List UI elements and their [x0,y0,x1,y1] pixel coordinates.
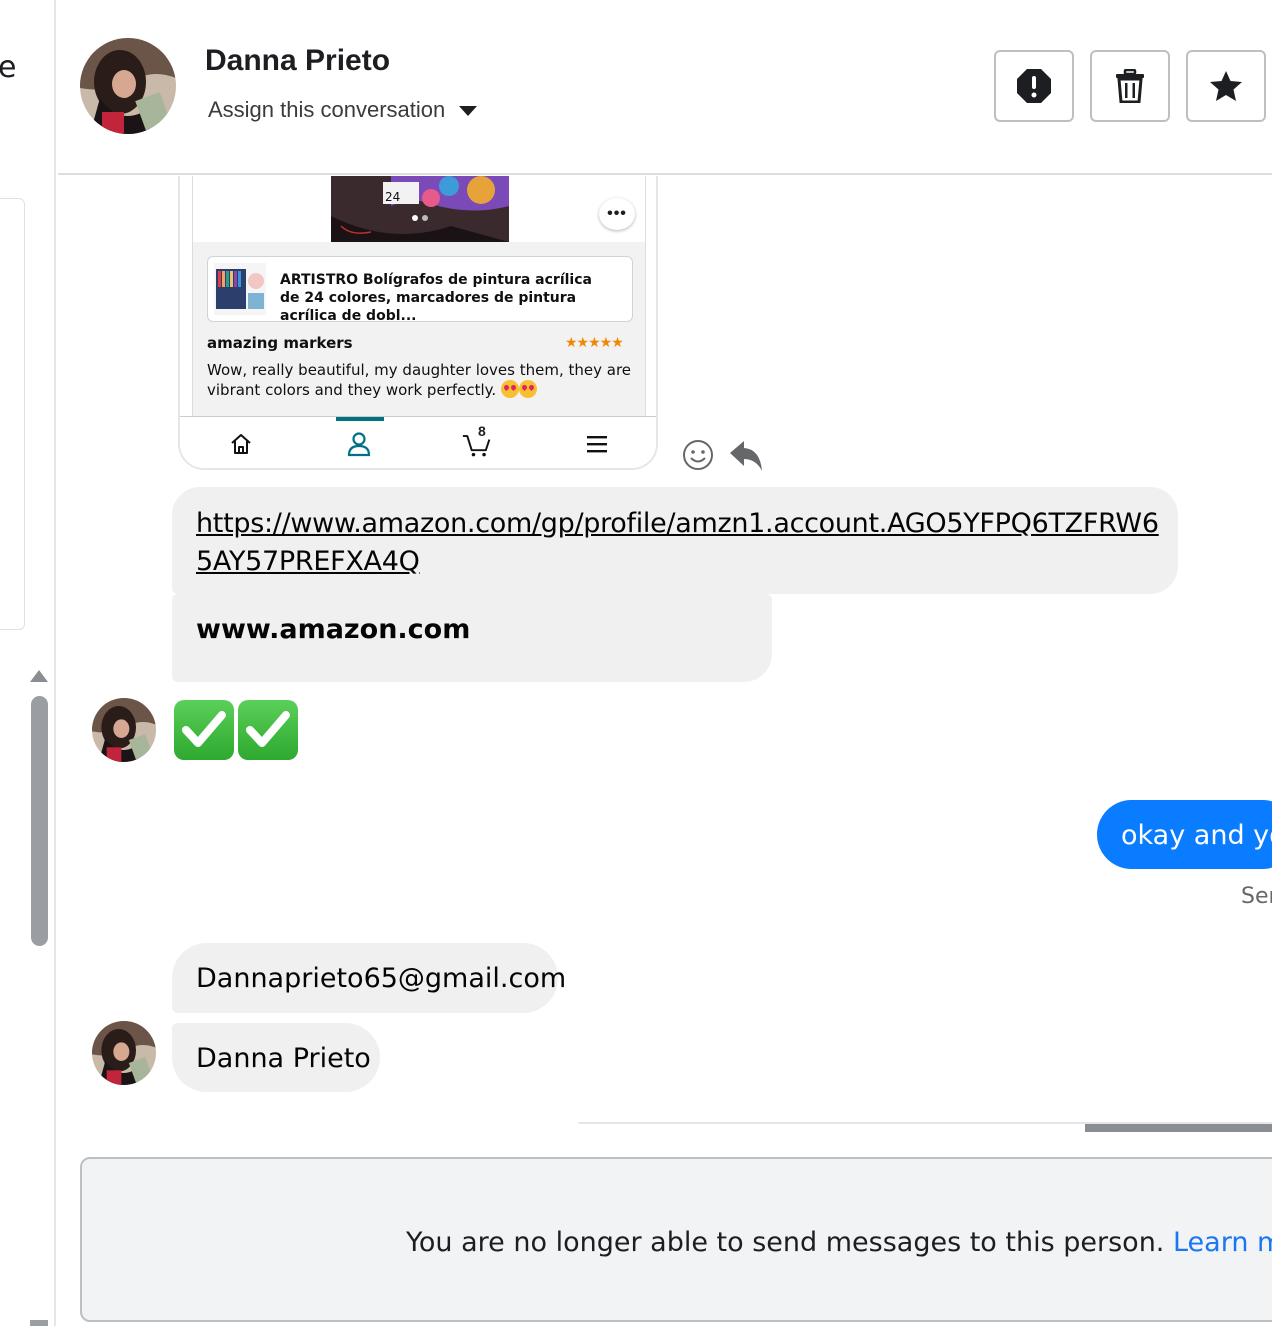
check-mark-emoji-icon [238,700,298,760]
message-bubble-email[interactable]: Dannaprieto65@gmail.com [172,943,566,1013]
nav-active-indicator [336,417,384,421]
account-icon [344,429,374,459]
reply-icon[interactable] [728,437,764,473]
truncated-label: e [0,50,17,85]
app-bottom-nav: 8 [180,416,656,468]
product-photo: 24 [331,176,509,242]
product-badge: 24 [385,190,401,204]
message-text: Danna Prieto [196,1043,371,1074]
review-title: amazing markers [207,334,353,352]
home-icon [226,429,256,459]
report-icon [1017,69,1051,103]
scrollbar-end [30,1320,48,1326]
message-bubble-name[interactable]: Danna Prieto [172,1023,380,1092]
delete-button[interactable] [1090,50,1170,122]
seen-status: Ser [1241,884,1272,909]
heart-eyes-emoji-icon [518,380,537,398]
contact-name: Danna Prieto [205,44,391,77]
outgoing-message-text: okay and yo [1121,820,1272,851]
trash-icon [1116,69,1144,103]
assign-conversation-dropdown[interactable]: Assign this conversation [208,97,478,123]
link-preview[interactable]: www.amazon.com [172,594,772,682]
caret-down-icon [459,106,478,116]
message-text: Dannaprieto65@gmail.com [196,963,567,994]
screenshot-attachment[interactable]: 24 ••• ARTISTRO Bolígrafos de pintura ac… [178,176,658,470]
more-options-button[interactable]: ••• [599,198,635,230]
messaging-disabled-notice: You are no longer able to send messages … [80,1157,1272,1322]
assign-label: Assign this conversation [208,97,446,122]
product-card[interactable]: ARTISTRO Bolígrafos de pintura acrílica … [207,256,633,324]
scroll-up-arrow[interactable] [30,670,48,682]
scrollbar-thumb[interactable] [31,696,48,946]
learn-more-link[interactable]: Learn more. [1173,1227,1272,1258]
conversation-list-panel: e [0,0,56,1326]
message-check-emojis[interactable] [174,700,298,760]
star-icon [1210,71,1242,101]
report-button[interactable] [994,50,1074,122]
star-button[interactable] [1186,50,1266,122]
conversation-header: Danna Prieto Assign this conversation [58,0,1272,175]
cart-icon: 8 [462,423,492,459]
check-mark-emoji-icon [174,700,234,760]
outgoing-message-bubble[interactable]: okay and yo [1097,800,1272,869]
screenshot-content: 24 ••• ARTISTRO Bolígrafos de pintura ac… [192,176,646,416]
emoji-react-icon[interactable] [680,437,716,473]
link-preview-domain: www.amazon.com [196,614,471,645]
list-card[interactable] [0,198,25,630]
avatar[interactable] [92,698,156,762]
heart-eyes-emoji-icon [500,380,519,398]
product-thumbnail [214,263,266,315]
review-stars: ★★★★★ [565,334,624,350]
horizontal-scrollbar[interactable] [1085,1124,1272,1132]
product-title: ARTISTRO Bolígrafos de pintura acrílica … [280,272,592,324]
notice-text: You are no longer able to send messages … [406,1227,1272,1258]
message-link[interactable]: https://www.amazon.com/gp/profile/amzn1.… [196,505,1166,581]
avatar[interactable] [92,1021,156,1085]
cart-count: 8 [478,423,486,439]
conversation-page: e Danna Prieto Assign this conversation [0,0,1272,1326]
avatar[interactable] [80,38,176,134]
message-bubble-link[interactable]: https://www.amazon.com/gp/profile/amzn1.… [172,487,1178,594]
review-text: Wow, really beautiful, my daughter loves… [207,361,632,399]
menu-icon [582,429,612,459]
